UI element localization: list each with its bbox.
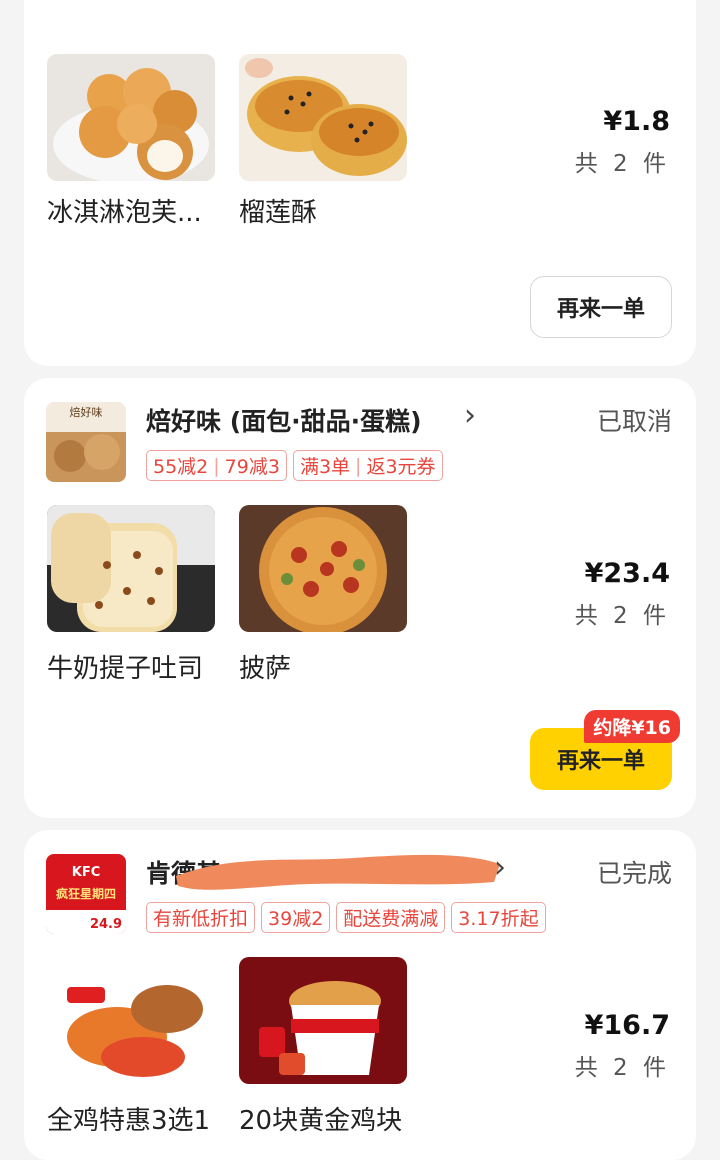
- order-price: ¥16.7: [584, 1010, 670, 1041]
- order-status: 已取消: [596, 407, 672, 436]
- order-item-count: 共 2 件: [574, 1055, 670, 1081]
- product-image-pizza[interactable]: [239, 505, 407, 632]
- store-logo[interactable]: 焙好味: [46, 402, 126, 482]
- product-name: 榴莲酥: [239, 198, 318, 228]
- product-name: 披萨: [239, 654, 292, 684]
- order-item-count: 共 2 件: [574, 151, 670, 177]
- product-name: 牛奶提子吐司: [47, 654, 204, 684]
- redaction-scribble: [176, 854, 500, 890]
- chevron-right-icon[interactable]: ›: [464, 398, 476, 433]
- order-card[interactable]: 冰淇淋泡芙... 榴莲酥 ¥1.8 共 2 件 再来一单: [24, 0, 696, 366]
- promo-tag: 3.17折起: [451, 902, 546, 933]
- logo-brand-text: KFC: [72, 865, 101, 880]
- product-image-cream-puff[interactable]: [47, 54, 215, 181]
- promo-tag: 满3单 | 返3元券: [292, 450, 443, 481]
- promo-tag: 55减2 | 79减3: [146, 450, 287, 481]
- promo-tag: 有新低折扣: [146, 902, 256, 933]
- product-name: 冰淇淋泡芙...: [47, 198, 202, 228]
- discount-badge: 约降¥16: [584, 710, 680, 743]
- order-card[interactable]: KFC 疯狂星期四 24.9 肯德基 › 已完成 有新低折扣 39减2 配送费满…: [24, 830, 696, 1160]
- reorder-label: 再来一单: [556, 749, 645, 774]
- promo-tag: 配送费满减: [336, 902, 446, 933]
- store-logo-kfc[interactable]: KFC 疯狂星期四 24.9: [46, 854, 126, 934]
- promo-tags: 55减2 | 79减3 满3单 | 返3元券: [146, 450, 443, 481]
- logo-price-text: 24.9: [90, 917, 122, 932]
- product-name: 20块黄金鸡块: [239, 1106, 403, 1136]
- product-image-whole-chicken[interactable]: [47, 957, 215, 1084]
- order-price: ¥1.8: [603, 106, 670, 137]
- reorder-button[interactable]: 再来一单: [530, 276, 672, 338]
- promo-tag: 39减2: [261, 902, 331, 933]
- order-item-count: 共 2 件: [574, 603, 670, 629]
- store-name[interactable]: 焙好味 (面包·甜品·蛋糕): [146, 402, 422, 438]
- product-image-durian-pastry[interactable]: [239, 54, 407, 181]
- order-card[interactable]: 焙好味 焙好味 (面包·甜品·蛋糕) › 已取消 55减2 | 79减3 满3单 | 返…: [24, 378, 696, 818]
- chevron-right-icon[interactable]: ›: [494, 850, 506, 885]
- order-status: 已完成: [596, 859, 672, 888]
- logo-promo-text: 疯狂星期四: [56, 886, 116, 901]
- product-image-chicken-nuggets[interactable]: [239, 957, 407, 1084]
- product-image-raisin-toast[interactable]: [47, 505, 215, 632]
- order-price: ¥23.4: [584, 558, 670, 589]
- product-name: 全鸡特惠3选1: [47, 1106, 211, 1136]
- promo-tags: 有新低折扣 39减2 配送费满减 3.17折起: [146, 902, 546, 933]
- store-logo-text: 焙好味: [70, 405, 103, 419]
